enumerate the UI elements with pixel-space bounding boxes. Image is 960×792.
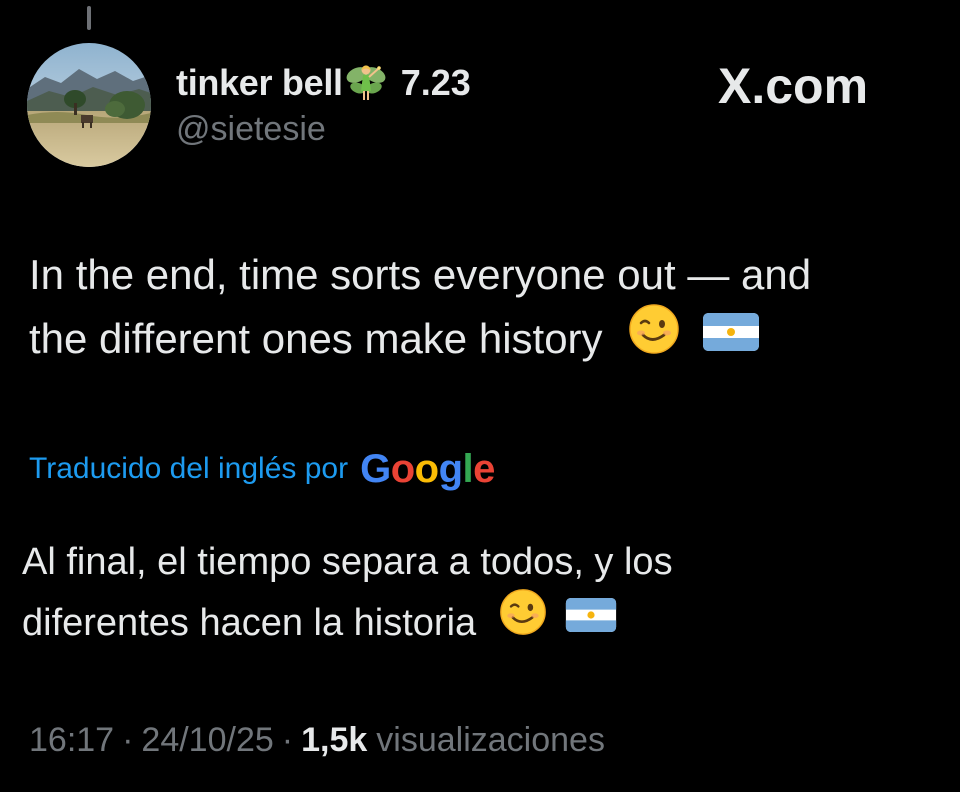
author-handle[interactable]: @sietesie bbox=[176, 110, 326, 149]
translation-text-line-2-container: diferentes hacen la historia bbox=[22, 589, 932, 658]
tweet-text-line-2-container: the different ones make history bbox=[29, 304, 939, 377]
landscape-avatar-image bbox=[27, 43, 151, 167]
translation-text-line-2: diferentes hacen la historia bbox=[22, 602, 477, 645]
google-logo-letter: G bbox=[360, 446, 391, 491]
x-brand-watermark: X.com bbox=[718, 57, 868, 115]
scroll-handle bbox=[87, 6, 91, 30]
translation-text-line-1: Al final, el tiempo separa a todos, y lo… bbox=[22, 541, 673, 583]
translation-text: Al final, el tiempo separa a todos, y lo… bbox=[22, 532, 932, 658]
views-label[interactable]: visualizaciones bbox=[376, 721, 605, 760]
author-name-suffix[interactable]: 7.23 bbox=[401, 62, 471, 104]
tweet-text-line-1: In the end, time sorts everyone out — an… bbox=[29, 251, 812, 298]
tweet-text: In the end, time sorts everyone out — an… bbox=[29, 243, 939, 377]
winking-face-icon bbox=[499, 588, 547, 654]
argentina-flag-icon bbox=[702, 306, 760, 370]
google-logo-letter: o bbox=[414, 446, 439, 491]
author-name-row[interactable]: tinker bell 7.23 bbox=[176, 58, 471, 108]
argentina-flag-icon bbox=[565, 591, 617, 651]
tweet-time[interactable]: 16:17 bbox=[29, 721, 114, 760]
google-logo-letter: e bbox=[473, 446, 495, 491]
translation-attribution[interactable]: Traducido del inglés por Google bbox=[29, 443, 495, 495]
tweet-text-line-2: the different ones make history bbox=[29, 315, 603, 363]
google-logo: Google bbox=[360, 447, 495, 492]
meta-separator: · bbox=[281, 720, 294, 759]
tweet-meta: 16:17 · 24/10/25 · 1,5k visualizaciones bbox=[29, 717, 605, 763]
brand-text: X.com bbox=[718, 58, 869, 114]
google-logo-letter: o bbox=[390, 446, 415, 491]
views-count[interactable]: 1,5k bbox=[301, 721, 367, 760]
winking-face-icon bbox=[628, 303, 680, 373]
avatar[interactable] bbox=[27, 43, 151, 167]
author-display-name[interactable]: tinker bell bbox=[176, 62, 343, 104]
meta-separator: · bbox=[122, 720, 134, 759]
fairy-icon bbox=[345, 61, 387, 105]
translation-label[interactable]: Traducido del inglés por bbox=[29, 452, 348, 486]
google-logo-letter: l bbox=[462, 446, 474, 491]
tweet-date[interactable]: 24/10/25 bbox=[141, 721, 273, 760]
google-logo-letter: g bbox=[438, 446, 463, 491]
